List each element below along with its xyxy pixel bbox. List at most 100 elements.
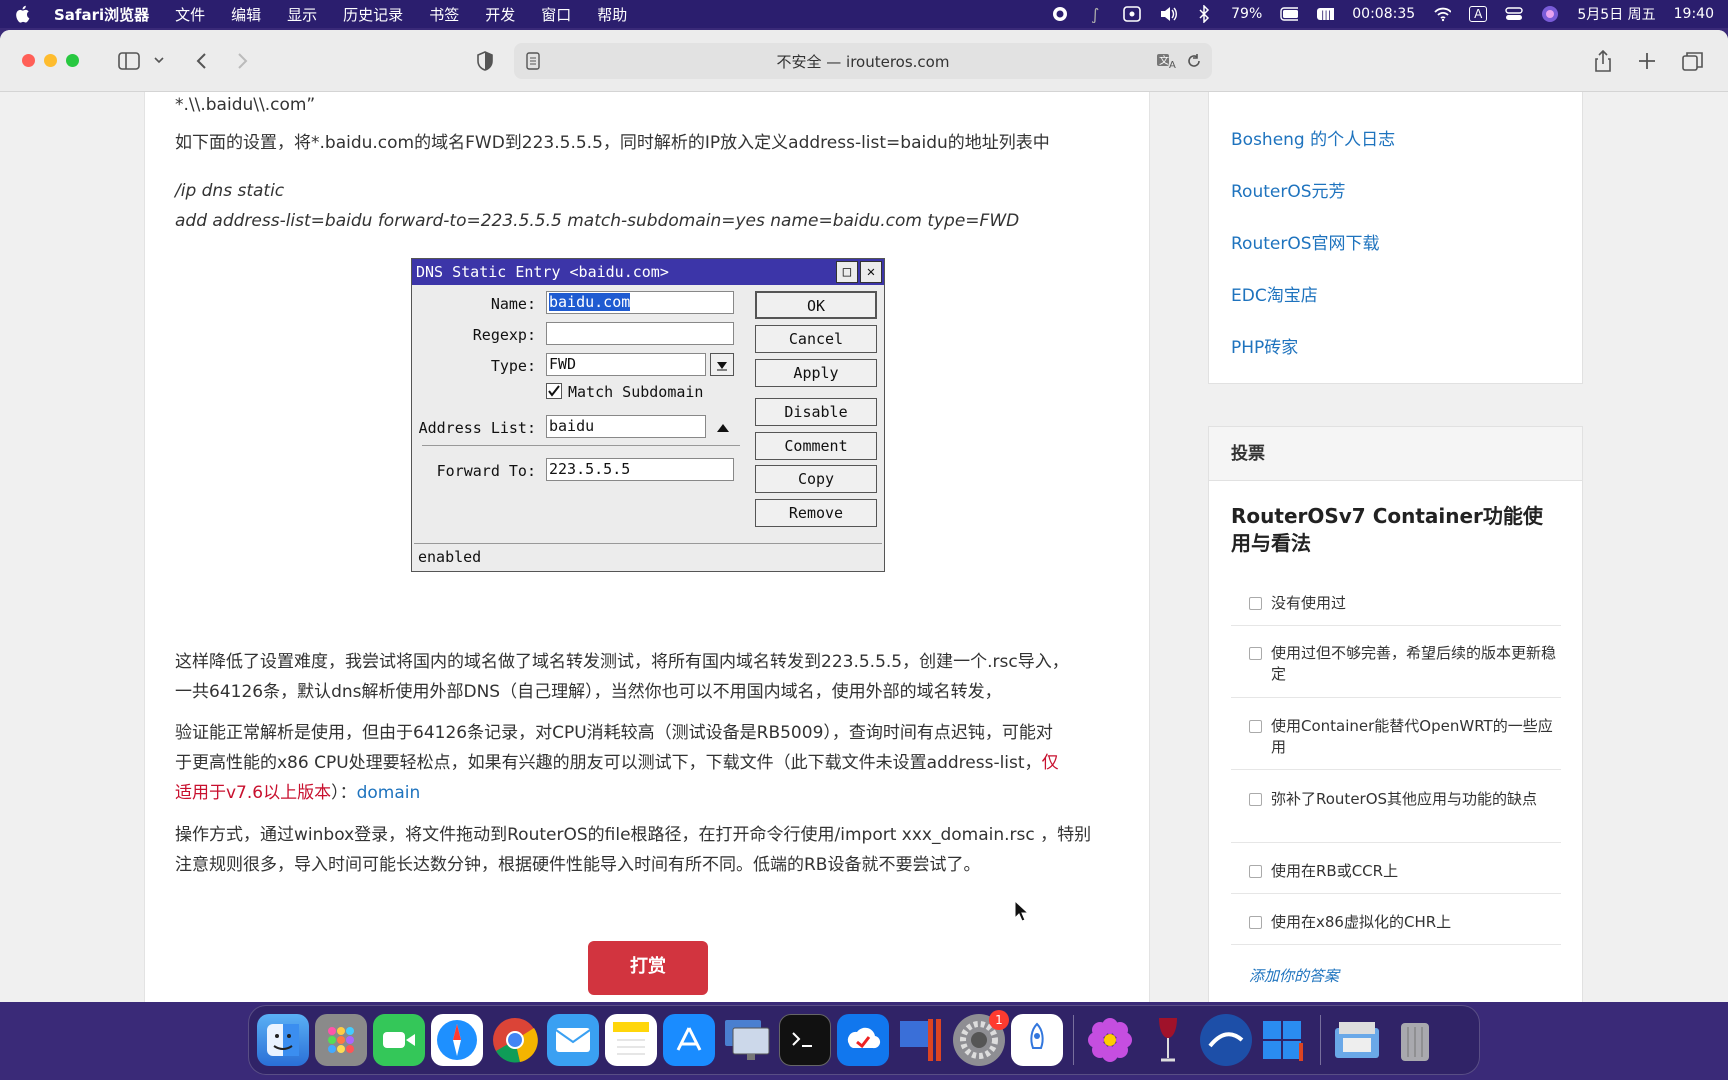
- poll-option[interactable]: 使用过但不够完善，希望后续的版本更新稳定: [1231, 643, 1561, 685]
- parallels-icon[interactable]: [895, 1014, 947, 1066]
- timer-readout: 00:08:35: [1352, 6, 1416, 22]
- sidebar-link-bosheng[interactable]: Bosheng 的个人日志: [1231, 125, 1395, 150]
- poll-divider: [1231, 842, 1561, 843]
- menu-file[interactable]: 文件: [175, 4, 205, 25]
- siri-icon[interactable]: [1541, 5, 1559, 23]
- sidebar-link-official-download[interactable]: RouterOS官网下载: [1231, 229, 1380, 254]
- finder-icon[interactable]: [257, 1014, 309, 1066]
- app-icon[interactable]: [1200, 1014, 1252, 1066]
- notes-icon[interactable]: [605, 1014, 657, 1066]
- remove-button[interactable]: Remove: [755, 499, 877, 527]
- folder-icon[interactable]: [1331, 1014, 1383, 1066]
- sidebar-link-php[interactable]: PHP砖家: [1231, 333, 1298, 358]
- disable-button[interactable]: Disable: [755, 398, 877, 426]
- maximize-window-button[interactable]: [66, 54, 79, 67]
- copy-button[interactable]: Copy: [755, 465, 877, 493]
- launchpad-icon[interactable]: [315, 1014, 367, 1066]
- poll-option[interactable]: 使用在x86虚拟化的CHR上: [1231, 912, 1561, 933]
- cancel-button[interactable]: Cancel: [755, 325, 877, 353]
- mail-icon[interactable]: [547, 1014, 599, 1066]
- back-icon[interactable]: [188, 48, 214, 74]
- bluetooth-icon[interactable]: [1195, 5, 1213, 23]
- facetime-icon[interactable]: [373, 1014, 425, 1066]
- collapse-arrow-icon[interactable]: [716, 419, 730, 437]
- menu-history[interactable]: 历史记录: [343, 4, 403, 25]
- ok-button[interactable]: OK: [755, 291, 877, 319]
- match-subdomain-checkbox[interactable]: [546, 383, 562, 399]
- minimize-window-button[interactable]: [44, 54, 57, 67]
- maximize-icon[interactable]: □: [836, 261, 858, 283]
- translate-icon[interactable]: 文A: [1156, 52, 1178, 74]
- privacy-shield-icon[interactable]: [472, 48, 498, 74]
- close-window-button[interactable]: [22, 54, 35, 67]
- article-content: *.\\.baidu\\.com” 如下面的设置，将*.baidu.com的域名…: [144, 92, 1150, 1002]
- battery-icon[interactable]: [1280, 5, 1299, 23]
- type-select[interactable]: FWD: [546, 353, 706, 376]
- volume-icon[interactable]: [1159, 5, 1178, 23]
- menu-bookmarks[interactable]: 书签: [429, 4, 459, 25]
- flower-icon[interactable]: [1084, 1014, 1136, 1066]
- menu-view[interactable]: 显示: [287, 4, 317, 25]
- poll-option[interactable]: 使用在RB或CCR上: [1231, 861, 1561, 882]
- wine-icon[interactable]: [1142, 1014, 1194, 1066]
- tab-overview-icon[interactable]: [1680, 48, 1706, 74]
- chrome-icon[interactable]: [489, 1014, 541, 1066]
- poll-option[interactable]: 弥补了RouterOS其他应用与功能的缺点: [1231, 789, 1561, 810]
- poll-checkbox[interactable]: [1249, 916, 1262, 929]
- poll-option[interactable]: 使用Container能替代OpenWRT的一些应用: [1231, 716, 1561, 758]
- menu-edit[interactable]: 编辑: [231, 4, 261, 25]
- menu-window[interactable]: 窗口: [541, 4, 571, 25]
- control-center-icon[interactable]: [1505, 5, 1524, 23]
- name-field[interactable]: baidu.com: [546, 291, 734, 314]
- forward-to-field[interactable]: 223.5.5.5: [546, 458, 734, 481]
- sidebar-link-edc-shop[interactable]: EDC淘宝店: [1231, 281, 1318, 306]
- address-list-field[interactable]: baidu: [546, 415, 706, 438]
- address-text[interactable]: 不安全 — irouteros.com: [777, 51, 950, 72]
- poll-checkbox[interactable]: [1249, 647, 1262, 660]
- menu-help[interactable]: 帮助: [597, 4, 627, 25]
- terminal-icon[interactable]: [779, 1014, 831, 1066]
- regexp-field[interactable]: [546, 322, 734, 345]
- domain-download-link[interactable]: domain: [357, 783, 421, 803]
- transfer-icon[interactable]: [837, 1014, 889, 1066]
- screen-share-icon[interactable]: [1123, 5, 1141, 23]
- apply-button[interactable]: Apply: [755, 359, 877, 387]
- close-icon[interactable]: ✕: [860, 261, 882, 283]
- share-icon[interactable]: [1590, 48, 1616, 74]
- safari-icon[interactable]: [431, 1014, 483, 1066]
- add-answer-link[interactable]: 添加你的答案: [1249, 965, 1339, 986]
- trash-icon[interactable]: [1389, 1014, 1441, 1066]
- windows-icon[interactable]: [1258, 1014, 1310, 1066]
- screen-icon[interactable]: [721, 1014, 773, 1066]
- poll-checkbox[interactable]: [1249, 793, 1262, 806]
- dialog-status: enabled: [414, 543, 882, 569]
- rocket-icon[interactable]: [1011, 1014, 1063, 1066]
- input-method-icon[interactable]: A: [1469, 6, 1488, 22]
- sidebar-link-yuanfang[interactable]: RouterOS元芳: [1231, 177, 1346, 202]
- dropdown-arrow-icon[interactable]: [710, 353, 734, 376]
- poll-checkbox[interactable]: [1249, 865, 1262, 878]
- reload-icon[interactable]: [1186, 52, 1202, 74]
- new-tab-icon[interactable]: [1634, 48, 1660, 74]
- web-page: *.\\.baidu\\.com” 如下面的设置，将*.baidu.com的域名…: [0, 92, 1728, 1002]
- poll-checkbox[interactable]: [1249, 597, 1262, 610]
- address-bar[interactable]: 不安全 — irouteros.com 文A: [514, 43, 1212, 79]
- reader-icon[interactable]: [526, 52, 540, 74]
- script-icon[interactable]: ∫: [1087, 5, 1105, 23]
- article-line-top: *.\\.baidu\\.com”: [175, 95, 316, 115]
- settings-icon[interactable]: 1: [953, 1010, 1009, 1066]
- comment-button[interactable]: Comment: [755, 432, 877, 460]
- apple-icon[interactable]: [14, 5, 32, 23]
- poll-checkbox[interactable]: [1249, 720, 1262, 733]
- record-icon[interactable]: [1051, 5, 1069, 23]
- wifi-icon[interactable]: [1433, 5, 1452, 23]
- sidebar-toggle-icon[interactable]: [116, 48, 142, 74]
- poll-option[interactable]: 没有使用过: [1231, 593, 1561, 614]
- forward-icon[interactable]: [230, 48, 256, 74]
- appstore-icon[interactable]: [663, 1014, 715, 1066]
- timer-icon[interactable]: |||: [1316, 5, 1335, 23]
- menu-develop[interactable]: 开发: [485, 4, 515, 25]
- reward-button[interactable]: 打赏: [588, 941, 708, 995]
- menu-app-name[interactable]: Safari浏览器: [54, 4, 149, 25]
- chevron-down-icon[interactable]: [146, 48, 172, 74]
